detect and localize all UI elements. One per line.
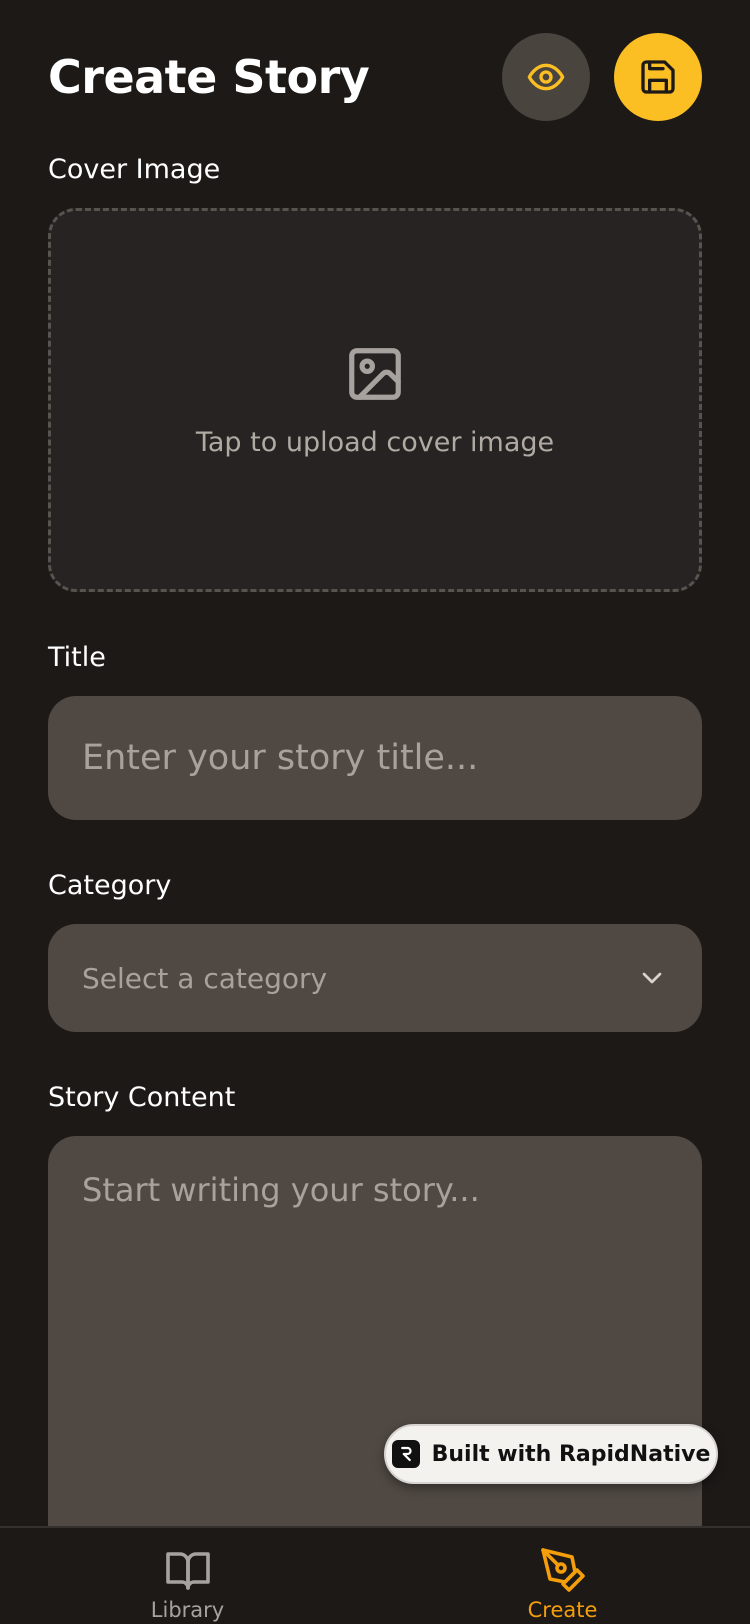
title-label: Title [48,642,106,673]
page-title: Create Story [48,50,370,104]
category-placeholder: Select a category [82,961,328,995]
bottom-tab-bar: Library Create [0,1526,750,1624]
cover-image-upload[interactable]: Tap to upload cover image [48,208,702,592]
story-content-label: Story Content [48,1082,236,1113]
header: Create Story [48,32,702,122]
floppy-disk-icon [641,60,675,94]
cover-image-label: Cover Image [48,154,221,185]
pen-tool-icon [540,1548,585,1592]
header-actions [502,33,702,121]
category-select[interactable]: Select a category [48,924,702,1032]
chevron-down-icon [642,972,662,984]
create-story-screen: Create Story Cover Image Tap to upload c… [0,0,750,1624]
built-with-badge[interactable]: Built with RapidNative [384,1424,718,1484]
tab-library-label: Library [150,1598,225,1622]
tab-create-label: Create [527,1598,598,1622]
image-icon [349,347,401,400]
tab-library[interactable]: Library [0,1528,375,1624]
preview-button[interactable] [502,33,590,121]
book-open-icon [165,1552,210,1590]
story-content-input[interactable] [48,1136,702,1556]
save-button[interactable] [614,33,702,121]
eye-icon [527,63,565,91]
badge-text: Built with RapidNative [431,1441,711,1467]
cover-upload-hint: Tap to upload cover image [195,426,555,458]
tab-create[interactable]: Create [375,1528,750,1624]
title-input[interactable] [48,696,702,820]
rapidnative-logo-icon [391,1440,420,1468]
category-label: Category [48,870,172,901]
